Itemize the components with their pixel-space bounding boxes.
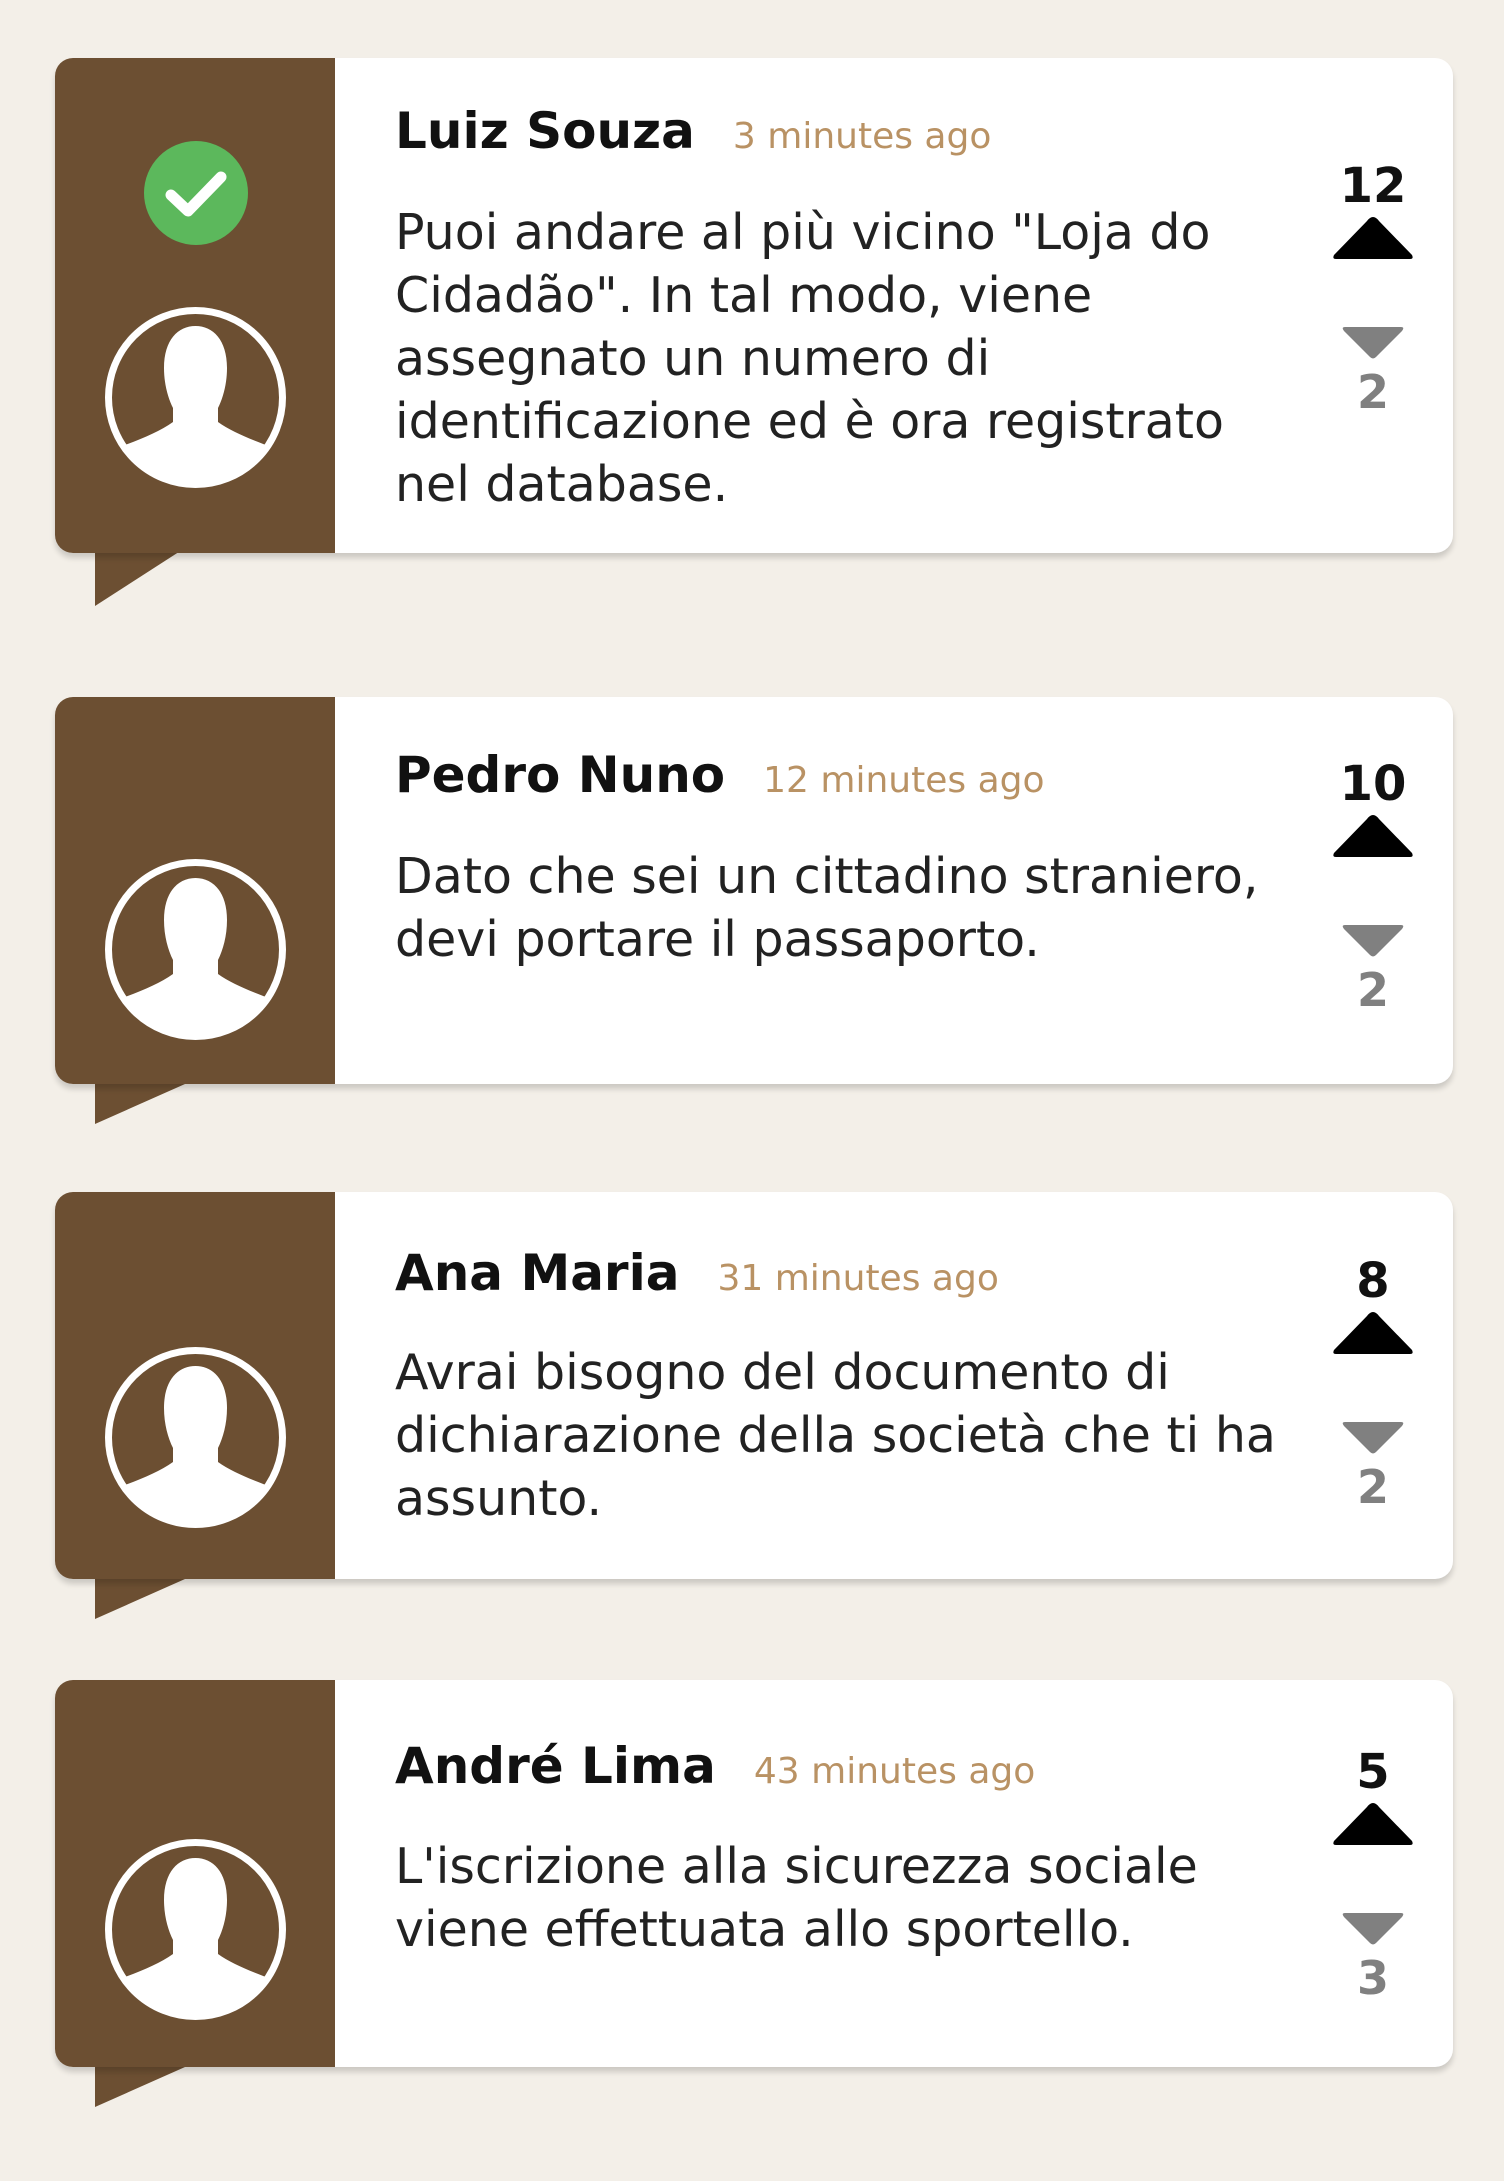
- downvote-icon[interactable]: [1341, 1911, 1405, 1947]
- user-avatar-icon[interactable]: [102, 304, 289, 491]
- upvote-icon[interactable]: [1332, 1801, 1414, 1847]
- comment-author[interactable]: Ana Maria: [395, 1244, 679, 1302]
- speech-bubble-tail: [95, 2067, 185, 2127]
- user-avatar-icon[interactable]: [102, 1836, 289, 2023]
- upvote-icon[interactable]: [1332, 1310, 1414, 1356]
- downvote-count: 2: [1356, 963, 1389, 1017]
- vote-controls: 8 2: [1318, 1256, 1428, 1512]
- speech-bubble-tail: [95, 1084, 185, 1144]
- user-avatar-icon[interactable]: [102, 856, 289, 1043]
- comment-timestamp: 43 minutes ago: [753, 1751, 1036, 1792]
- comment-timestamp: 31 minutes ago: [717, 1258, 999, 1299]
- comment-timestamp: 3 minutes ago: [732, 116, 992, 157]
- accepted-check-icon: [144, 141, 248, 245]
- downvote-icon[interactable]: [1341, 325, 1405, 361]
- comment-item: Luiz Souza 3 minutes ago Puoi andare al …: [55, 58, 1453, 608]
- downvote-count: 3: [1356, 1951, 1389, 2005]
- upvote-count: 5: [1356, 1744, 1390, 1800]
- upvote-count: 10: [1339, 756, 1407, 812]
- comment-item: Ana Maria 31 minutes ago Avrai bisogno d…: [55, 1192, 1453, 1622]
- upvote-icon[interactable]: [1332, 215, 1414, 261]
- comment-item: Pedro Nuno 12 minutes ago Dato che sei u…: [55, 697, 1453, 1127]
- comment-author[interactable]: Pedro Nuno: [395, 746, 725, 804]
- downvote-count: 2: [1356, 1460, 1389, 1514]
- user-avatar-icon[interactable]: [102, 1344, 289, 1531]
- comment-sidebar: [55, 697, 335, 1084]
- comment-timestamp: 12 minutes ago: [763, 760, 1045, 801]
- comment-text: Dato che sei un cittadino straniero, dev…: [395, 848, 1259, 968]
- downvote-count: 2: [1356, 365, 1389, 419]
- upvote-count: 8: [1356, 1253, 1390, 1309]
- speech-bubble-tail: [95, 548, 185, 608]
- comment-text: L'iscrizione alla sicurezza sociale vien…: [395, 1838, 1198, 1958]
- speech-bubble-tail: [95, 1579, 185, 1639]
- downvote-icon[interactable]: [1341, 1420, 1405, 1456]
- downvote-icon[interactable]: [1341, 923, 1405, 959]
- comment-item: André Lima 43 minutes ago L'iscrizione a…: [55, 1680, 1453, 2110]
- comment-text: Puoi andare al più vicino "Loja do Cidad…: [395, 204, 1224, 513]
- upvote-count: 12: [1339, 158, 1407, 214]
- vote-controls: 12 2: [1318, 161, 1428, 417]
- comment-sidebar: [55, 1680, 335, 2067]
- upvote-icon[interactable]: [1332, 813, 1414, 859]
- vote-controls: 10 2: [1318, 759, 1428, 1015]
- comment-sidebar: [55, 1192, 335, 1579]
- comment-sidebar: [55, 58, 335, 553]
- comment-author[interactable]: André Lima: [395, 1737, 716, 1795]
- comment-author[interactable]: Luiz Souza: [395, 102, 695, 160]
- vote-controls: 5 3: [1318, 1747, 1428, 2003]
- comment-text: Avrai bisogno del documento di dichiaraz…: [395, 1344, 1276, 1527]
